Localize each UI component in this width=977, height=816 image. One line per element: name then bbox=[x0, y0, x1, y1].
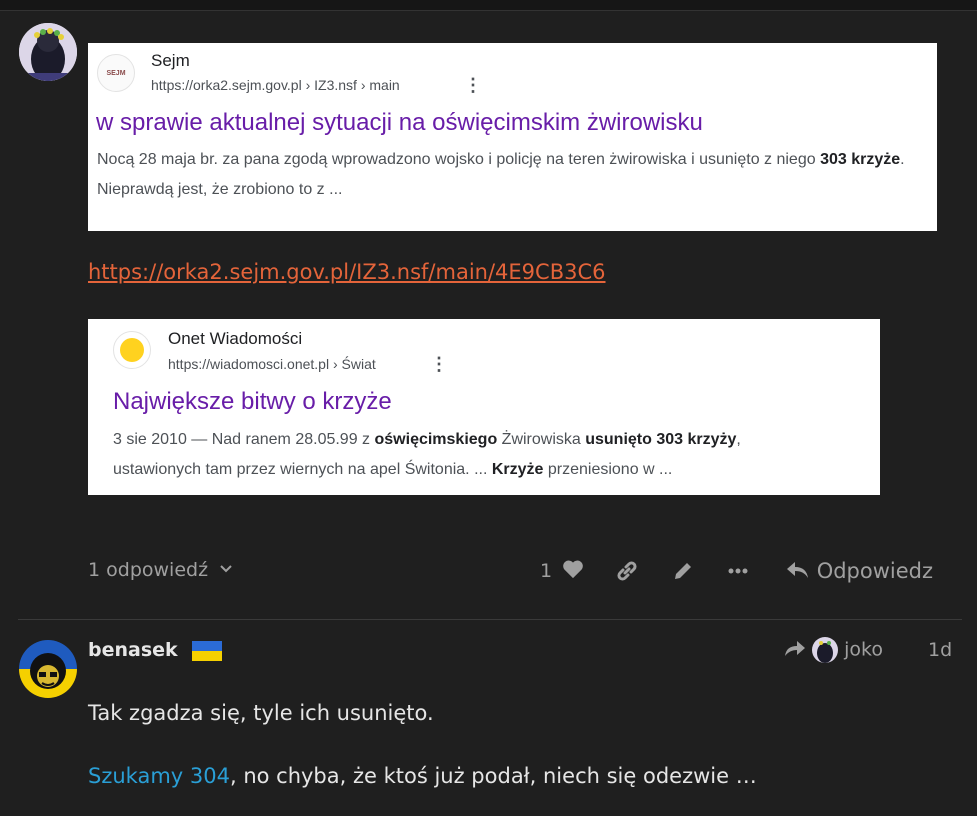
result-site-name: Sejm bbox=[151, 51, 190, 70]
reply-to-username: joko bbox=[844, 638, 883, 661]
user-avatar[interactable] bbox=[19, 23, 77, 81]
reply-to-avatar bbox=[812, 637, 839, 663]
yellow-dot-icon bbox=[120, 338, 144, 362]
onet-favicon-icon bbox=[113, 331, 151, 369]
mention-link[interactable]: Szukamy 304 bbox=[88, 764, 230, 788]
like-count: 1 bbox=[540, 560, 553, 582]
reply-to-indicator[interactable]: joko bbox=[784, 637, 883, 663]
search-result-card-onet: Onet Wiadomości https://wiadomosci.onet.… bbox=[88, 319, 880, 495]
result-headline[interactable]: Największe bitwy o krzyże bbox=[113, 388, 392, 416]
post-divider bbox=[18, 619, 962, 620]
reply-icon bbox=[786, 560, 810, 585]
post-username[interactable]: benasek bbox=[88, 639, 223, 661]
ellipsis-icon bbox=[726, 568, 750, 587]
chevron-down-icon bbox=[218, 560, 234, 582]
sejm-favicon-icon: SEJM bbox=[97, 54, 135, 92]
heart-icon bbox=[562, 559, 584, 584]
avatar-image bbox=[19, 23, 77, 81]
more-options-icon[interactable]: ⋮ bbox=[430, 355, 448, 373]
result-url: https://wiadomosci.onet.pl › Świat bbox=[168, 356, 376, 372]
post-date[interactable]: 1d bbox=[928, 639, 952, 661]
reply-label: Odpowiedz bbox=[816, 559, 934, 583]
result-snippet: Nocą 28 maja br. za pana zgodą wprowadzo… bbox=[97, 151, 905, 198]
pencil-icon bbox=[671, 563, 695, 587]
copy-link-button[interactable] bbox=[615, 559, 639, 587]
ukraine-flag-icon bbox=[192, 640, 223, 661]
result-url: https://orka2.sejm.gov.pl › IZ3.nsf › ma… bbox=[151, 77, 400, 93]
result-headline[interactable]: w sprawie aktualnej sytuacji na oświęcim… bbox=[96, 109, 703, 137]
top-bar bbox=[0, 0, 977, 11]
edit-button[interactable] bbox=[671, 559, 695, 587]
link-icon bbox=[615, 561, 639, 587]
search-result-card-sejm: SEJM Sejm https://orka2.sejm.gov.pl › IZ… bbox=[88, 43, 937, 231]
user-avatar-benasek[interactable] bbox=[19, 640, 77, 698]
more-actions-button[interactable] bbox=[726, 559, 750, 587]
like-button[interactable]: 1 bbox=[540, 559, 584, 584]
reply-arrow-icon bbox=[784, 639, 806, 662]
avatar-image bbox=[19, 640, 77, 698]
replies-toggle-button[interactable]: 1 odpowiedź bbox=[88, 559, 234, 582]
post-body-line1: Tak zgadza się, tyle ich usunięto. bbox=[88, 701, 434, 725]
post-body-line2: Szukamy 304, no chyba, że ktoś już podał… bbox=[88, 764, 757, 788]
reply-button[interactable]: Odpowiedz bbox=[786, 559, 933, 585]
onebox-link[interactable]: https://orka2.sejm.gov.pl/IZ3.nsf/main/4… bbox=[88, 260, 606, 284]
result-snippet: 3 sie 2010 — Nad ranem 28.05.99 z oświęc… bbox=[113, 431, 741, 478]
more-options-icon[interactable]: ⋮ bbox=[464, 76, 482, 94]
result-site-name: Onet Wiadomości bbox=[168, 329, 303, 348]
